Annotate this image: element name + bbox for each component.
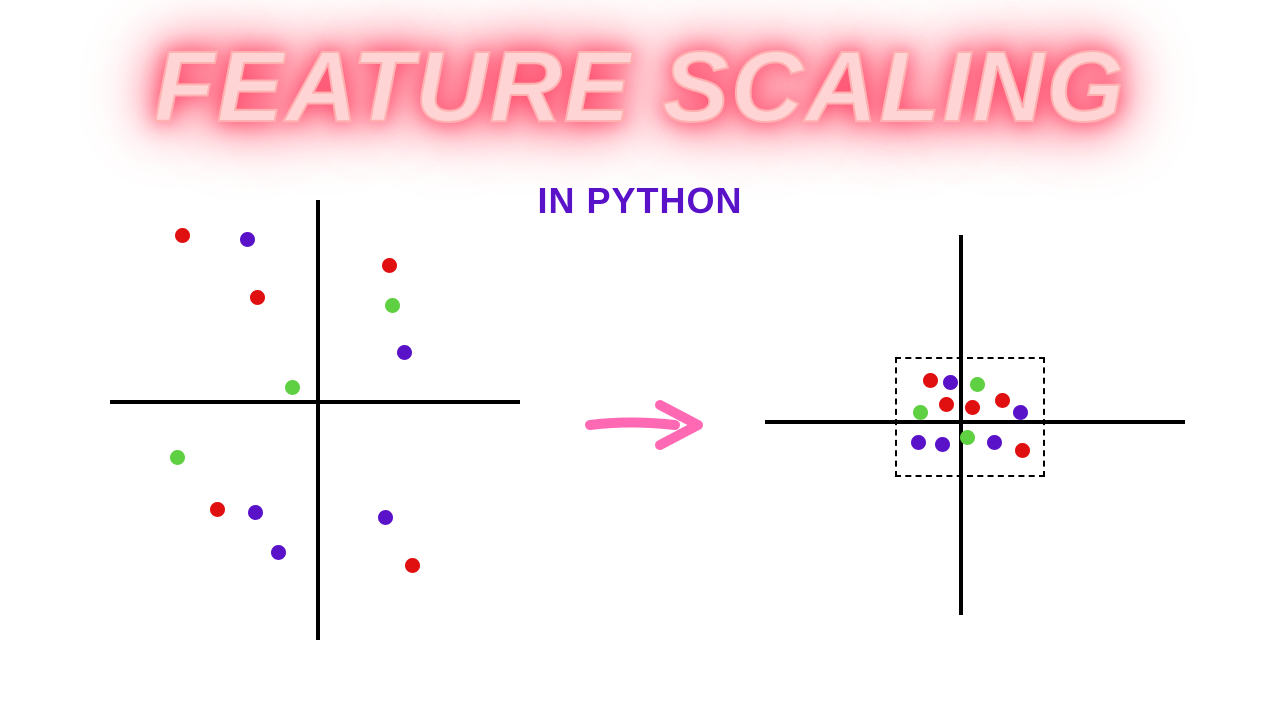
arrow-icon bbox=[580, 395, 710, 455]
data-point bbox=[397, 345, 412, 360]
scatter-plot-scaled bbox=[765, 235, 1185, 615]
data-point bbox=[913, 405, 928, 420]
data-point bbox=[285, 380, 300, 395]
data-point bbox=[965, 400, 980, 415]
data-point bbox=[960, 430, 975, 445]
data-point bbox=[175, 228, 190, 243]
y-axis bbox=[316, 200, 320, 640]
data-point bbox=[405, 558, 420, 573]
data-point bbox=[970, 377, 985, 392]
data-point bbox=[271, 545, 286, 560]
data-point bbox=[1015, 443, 1030, 458]
x-axis bbox=[110, 400, 520, 404]
data-point bbox=[210, 502, 225, 517]
data-point bbox=[911, 435, 926, 450]
scatter-plot-unscaled bbox=[110, 200, 530, 650]
data-point bbox=[935, 437, 950, 452]
data-point bbox=[250, 290, 265, 305]
data-point bbox=[240, 232, 255, 247]
data-point bbox=[987, 435, 1002, 450]
data-point bbox=[923, 373, 938, 388]
data-point bbox=[995, 393, 1010, 408]
data-point bbox=[939, 397, 954, 412]
data-point bbox=[248, 505, 263, 520]
main-title: FEATURE SCALING bbox=[154, 30, 1127, 145]
data-point bbox=[378, 510, 393, 525]
data-point bbox=[385, 298, 400, 313]
subtitle: IN PYTHON bbox=[537, 180, 742, 222]
data-point bbox=[1013, 405, 1028, 420]
data-point bbox=[382, 258, 397, 273]
data-point bbox=[170, 450, 185, 465]
data-point bbox=[943, 375, 958, 390]
